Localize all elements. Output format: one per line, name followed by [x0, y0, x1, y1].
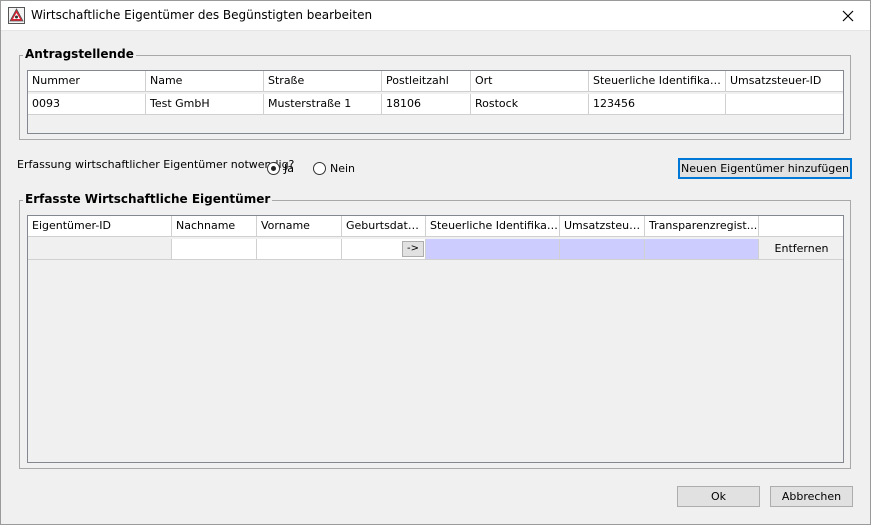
cell-nummer[interactable]: 0093	[28, 94, 146, 115]
column-header-vorname[interactable]: Vorname	[257, 216, 342, 237]
radio-nein-circle[interactable]	[313, 162, 326, 175]
umsatzsteuer-id-input[interactable]	[560, 239, 645, 260]
geburtsdatum-input[interactable]: ->	[342, 239, 426, 260]
cell-strasse[interactable]: Musterstraße 1	[264, 94, 382, 115]
window-title: Wirtschaftliche Eigentümer des Begünstig…	[31, 8, 373, 22]
cell-steuerliche-identifikation[interactable]: 123456	[589, 94, 726, 115]
cell-ort[interactable]: Rostock	[471, 94, 589, 115]
cell-postleitzahl[interactable]: 18106	[382, 94, 471, 115]
column-header-transparenzregister[interactable]: Transparenzregist...	[645, 216, 759, 237]
eigentuemer-table: Eigentümer-ID Nachname Vorname Geburtsda…	[27, 215, 844, 463]
antragstellende-legend: Antragstellende	[23, 47, 136, 61]
column-header-eigentuemer-id[interactable]: Eigentümer-ID	[28, 216, 172, 237]
cancel-button[interactable]: Abbrechen	[770, 486, 853, 507]
column-header-name[interactable]: Name	[146, 71, 264, 92]
cell-umsatzsteuer-id[interactable]	[726, 94, 843, 115]
table-header: Nummer Name Straße Postleitzahl Ort Steu…	[28, 71, 843, 92]
question-label: Erfassung wirtschaftlicher Eigentümer no…	[17, 158, 295, 171]
radio-nein[interactable]: Nein	[313, 162, 355, 175]
transparenzregister-input[interactable]	[645, 239, 759, 260]
radio-ja[interactable]: Ja	[267, 162, 294, 175]
vorname-input[interactable]	[257, 239, 342, 260]
column-header-actions	[759, 216, 843, 237]
column-header-nachname[interactable]: Nachname	[172, 216, 257, 237]
cell-name[interactable]: Test GmbH	[146, 94, 264, 115]
steuerliche-identifikation-input[interactable]	[426, 239, 560, 260]
radio-selected-dot	[271, 166, 276, 171]
cell-eigentuemer-id[interactable]	[28, 239, 172, 260]
app-icon	[8, 7, 25, 24]
column-header-nummer[interactable]: Nummer	[28, 71, 146, 92]
title-bar: Wirtschaftliche Eigentümer des Begünstig…	[0, 0, 871, 31]
column-header-geburtsdatum[interactable]: Geburtsdatum	[342, 216, 426, 237]
column-header-strasse[interactable]: Straße	[264, 71, 382, 92]
radio-nein-label[interactable]: Nein	[330, 162, 355, 175]
close-icon	[842, 10, 854, 21]
close-button[interactable]	[825, 0, 871, 31]
add-owner-button[interactable]: Neuen Eigentümer hinzufügen	[678, 158, 852, 179]
column-header-umsatzsteuer-id[interactable]: Umsatzsteuer-ID	[726, 71, 843, 92]
remove-button[interactable]: Entfernen	[759, 239, 843, 260]
eigentuemer-legend: Erfasste Wirtschaftliche Eigentümer	[23, 192, 273, 206]
table-header: Eigentümer-ID Nachname Vorname Geburtsda…	[28, 216, 843, 237]
antragstellende-table: Nummer Name Straße Postleitzahl Ort Steu…	[27, 70, 844, 134]
radio-ja-circle[interactable]	[267, 162, 280, 175]
ok-button[interactable]: Ok	[677, 486, 760, 507]
column-header-steuerliche-identifikation[interactable]: Steuerliche Identifikation	[426, 216, 560, 237]
column-header-ort[interactable]: Ort	[471, 71, 589, 92]
date-picker-button[interactable]: ->	[402, 241, 424, 257]
table-row[interactable]: 0093 Test GmbH Musterstraße 1 18106 Rost…	[28, 94, 843, 115]
column-header-steuerliche-identifikation[interactable]: Steuerliche Identifikation	[589, 71, 726, 92]
column-header-umsatzsteuer-id[interactable]: Umsatzsteue...	[560, 216, 645, 237]
nachname-input[interactable]	[172, 239, 257, 260]
column-header-postleitzahl[interactable]: Postleitzahl	[382, 71, 471, 92]
radio-ja-label[interactable]: Ja	[284, 162, 294, 175]
table-row[interactable]: -> Entfernen	[28, 239, 843, 260]
